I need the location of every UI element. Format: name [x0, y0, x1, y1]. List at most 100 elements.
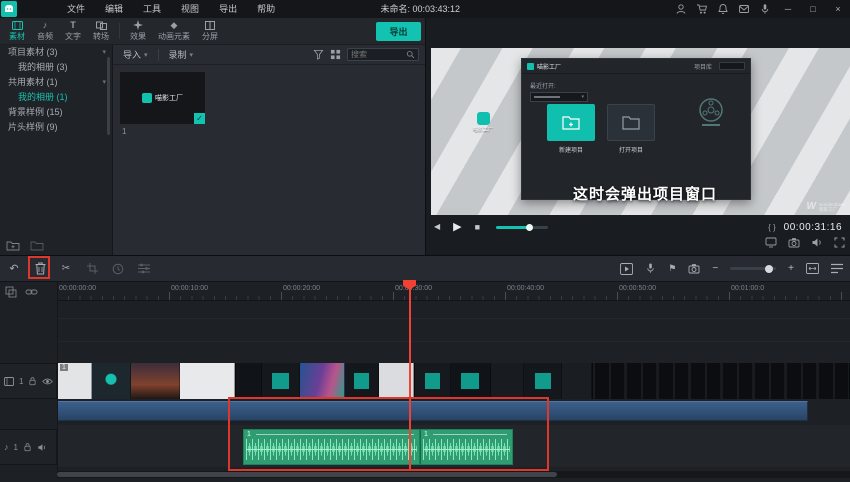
lock-icon[interactable] [28, 376, 37, 386]
adjust-icon[interactable] [137, 261, 151, 276]
zoom-out-icon[interactable]: − [712, 263, 718, 274]
search-box[interactable] [347, 48, 419, 61]
elements-icon: ◆ [171, 20, 178, 30]
library-item-my-album-shared[interactable]: 我的相册 (1) [0, 90, 112, 105]
manage-tracks-icon[interactable] [5, 286, 17, 298]
library-item-shared-media[interactable]: 共用素材 (1) ▾ [0, 75, 112, 90]
maximize-button[interactable]: □ [805, 0, 821, 18]
tab-label: 效果 [130, 31, 146, 42]
clip-thumbnail [345, 363, 379, 399]
text-icon: T [70, 20, 76, 30]
speed-icon[interactable] [111, 261, 125, 276]
chevron-down-icon[interactable]: ▾ [102, 75, 106, 90]
tab-label: 动画元素 [158, 31, 190, 42]
mark-in-out-icon[interactable]: { } [768, 223, 776, 232]
menu-view[interactable]: 视图 [171, 0, 209, 18]
timeline-ruler[interactable]: 00:00:00:00 00:00:10:00 00:00:20:00 00:0… [57, 282, 850, 301]
search-input[interactable] [351, 50, 406, 59]
split-icon[interactable]: ✂ [59, 261, 73, 276]
undo-icon[interactable]: ↶ [7, 261, 21, 276]
clip-thumbnail [236, 363, 262, 399]
tab-splitscreen[interactable]: 分屏 [196, 19, 224, 43]
dialog-search-box [719, 62, 745, 70]
display-settings-icon[interactable] [765, 237, 777, 248]
clip-thumbnail [562, 363, 592, 399]
fullscreen-icon[interactable] [834, 237, 845, 248]
new-folder-icon[interactable] [6, 240, 20, 251]
track-manager-icon[interactable] [831, 263, 843, 274]
record-label: 录制 [169, 48, 187, 61]
mail-icon[interactable] [738, 3, 750, 15]
sidebar-scrollbar[interactable] [107, 57, 110, 135]
menubar-right-icons: ─ □ × [675, 0, 850, 18]
clip-thumbnail [451, 363, 491, 399]
video-clip[interactable] [593, 363, 850, 399]
grid-view-icon[interactable] [330, 49, 341, 60]
video-clip[interactable] [415, 363, 593, 399]
minimize-button[interactable]: ─ [780, 0, 796, 18]
tab-text[interactable]: T 文字 [59, 19, 87, 43]
open-project-tile [607, 104, 655, 141]
dialog-brand: 喵影工厂 [537, 62, 561, 71]
play-button[interactable]: ▶ [453, 218, 461, 236]
watermark-product: 喵影工厂 [819, 207, 845, 212]
ribbon-divider [119, 23, 120, 39]
video-track-number: 1 [19, 377, 23, 386]
snapshot-camera-icon[interactable] [788, 237, 800, 248]
clip-thumbnail [524, 363, 562, 399]
previous-frame-button[interactable]: ◀ [434, 218, 440, 236]
export-frame-icon[interactable] [688, 263, 700, 274]
zoom-fit-icon[interactable] [806, 263, 819, 274]
eye-icon[interactable] [42, 377, 53, 386]
library-item-project-media[interactable]: 项目素材 (3) ▾ [0, 45, 112, 60]
effects-icon [133, 20, 143, 30]
menu-export[interactable]: 导出 [209, 0, 247, 18]
mic-icon[interactable] [759, 3, 771, 15]
volume-slider[interactable] [496, 226, 548, 229]
menu-edit[interactable]: 编辑 [95, 0, 133, 18]
stop-button[interactable]: ■ [475, 218, 480, 236]
tab-transition[interactable]: 转场 [87, 19, 115, 43]
delete-folder-icon[interactable] [30, 240, 44, 251]
filter-icon[interactable] [313, 49, 324, 60]
video-clip[interactable] [57, 363, 236, 399]
tab-effects[interactable]: 效果 [124, 19, 152, 43]
close-button[interactable]: × [830, 0, 846, 18]
library-item-background-samples[interactable]: 背景样例 (15) [0, 105, 112, 120]
user-icon[interactable] [675, 3, 687, 15]
menu-help[interactable]: 帮助 [247, 0, 285, 18]
chevron-down-icon[interactable]: ▾ [102, 45, 106, 60]
scrollbar-handle[interactable] [57, 472, 557, 477]
import-label: 导入 [123, 48, 141, 61]
library-item-intro-samples[interactable]: 片头样例 (9) [0, 120, 112, 135]
menu-file[interactable]: 文件 [57, 0, 95, 18]
speaker-icon[interactable] [811, 237, 823, 248]
menu-tools[interactable]: 工具 [133, 0, 171, 18]
mute-speaker-icon[interactable] [37, 443, 47, 452]
tab-audio[interactable]: ♪ 音频 [31, 19, 59, 43]
crop-icon[interactable] [85, 261, 99, 276]
tab-elements[interactable]: ◆ 动画元素 [152, 19, 196, 43]
tab-media[interactable]: 素材 [3, 19, 31, 43]
video-clip[interactable] [236, 363, 415, 399]
import-button[interactable]: 导入 ▾ [119, 48, 152, 61]
render-preview-icon[interactable] [620, 263, 633, 275]
volume-slider-knob[interactable] [526, 224, 533, 231]
voiceover-mic-icon[interactable] [645, 262, 656, 275]
library-item-my-album-project[interactable]: 我的相册 (3) [0, 60, 112, 75]
export-button[interactable]: 导出 [376, 22, 421, 41]
lock-icon[interactable] [23, 442, 32, 452]
recent-label: 最近打开: [530, 81, 556, 90]
bell-icon[interactable] [717, 3, 729, 15]
timeline-zoom-slider[interactable] [730, 267, 776, 270]
marker-icon[interactable]: ⚑ [668, 263, 676, 274]
media-thumbnail[interactable]: 喵影工厂 ✓ [120, 72, 205, 124]
record-button[interactable]: 录制 ▾ [165, 48, 198, 61]
preview-video-frame[interactable]: 喵影工厂 喵影工厂 项目库 最近打开: ▾ [431, 48, 850, 215]
timeline-horizontal-scrollbar[interactable] [57, 471, 850, 478]
cart-icon[interactable] [696, 3, 708, 15]
zoom-in-icon[interactable]: + [788, 263, 794, 274]
link-icon[interactable] [25, 286, 38, 298]
preview-panel: 喵影工厂 喵影工厂 项目库 最近打开: ▾ [425, 18, 850, 255]
zoom-slider-knob[interactable] [765, 265, 773, 273]
